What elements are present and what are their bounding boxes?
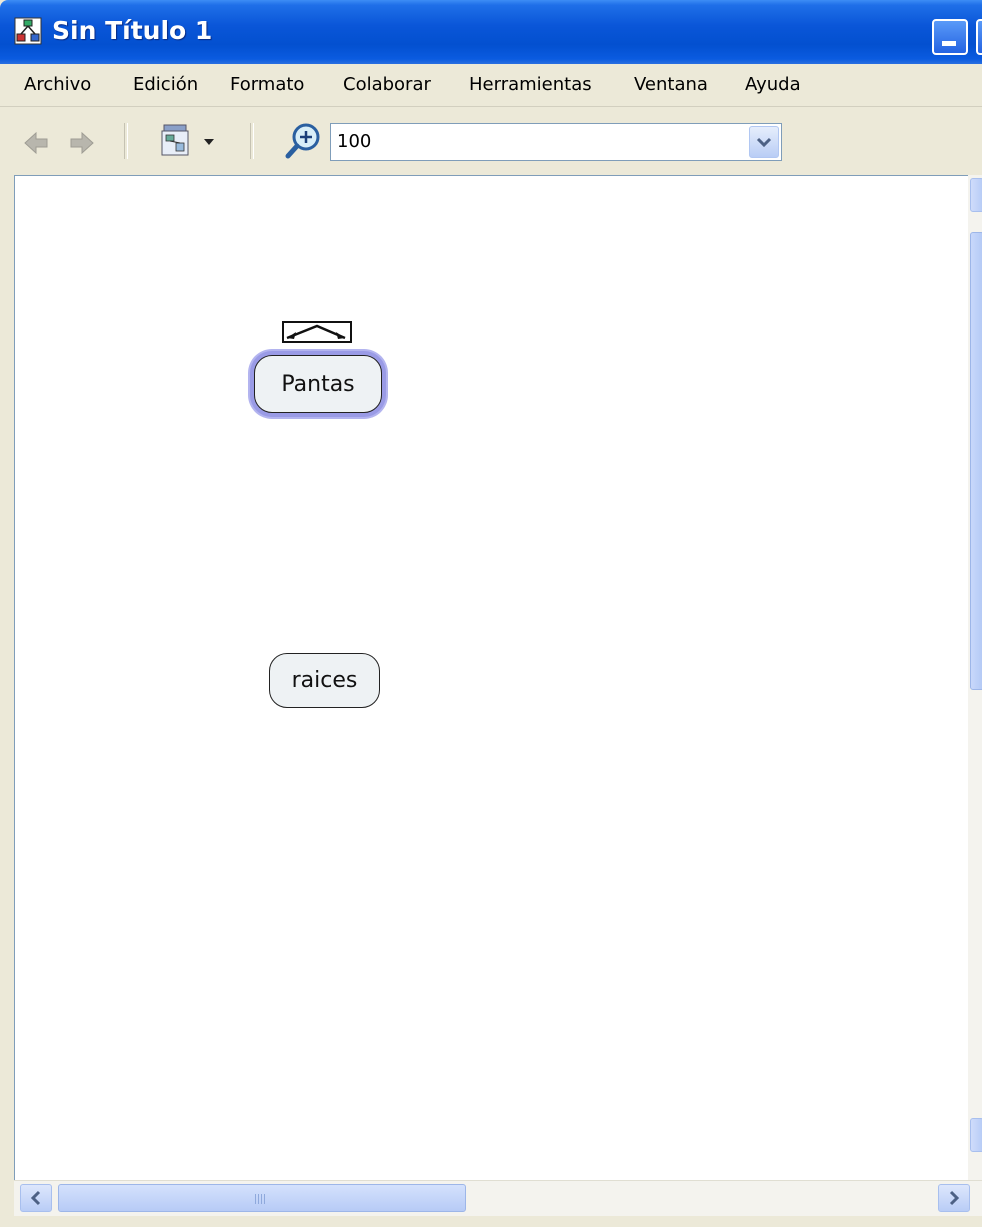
zoom-value: 100	[337, 131, 372, 152]
toolbar: 100	[0, 107, 982, 175]
concept-map-canvas[interactable]	[14, 175, 982, 1215]
toolbar-separator	[124, 123, 128, 159]
app-window: Sin Título 1 Archivo Edición Formato Col…	[0, 0, 982, 1227]
toolbar-separator	[250, 123, 254, 159]
scroll-down-button[interactable]	[970, 1118, 982, 1152]
menu-colaborar[interactable]: Colaborar	[343, 74, 431, 95]
scroll-up-button[interactable]	[970, 178, 982, 212]
arrow-left-icon[interactable]	[22, 129, 50, 157]
chevron-down-icon	[756, 137, 772, 148]
vertical-scroll-thumb[interactable]	[970, 232, 982, 690]
scroll-left-button[interactable]	[20, 1184, 52, 1212]
menu-bar: Archivo Edición Formato Colaborar Herram…	[0, 64, 982, 107]
menu-ayuda[interactable]: Ayuda	[745, 74, 801, 95]
menu-formato[interactable]: Formato	[230, 74, 304, 95]
concept-node-pantas[interactable]: Pantas	[254, 355, 382, 413]
menu-ventana[interactable]: Ventana	[634, 74, 708, 95]
chevron-left-icon	[30, 1190, 41, 1206]
zoom-in-icon[interactable]	[284, 121, 324, 161]
menu-herramientas[interactable]: Herramientas	[469, 74, 592, 95]
concept-node-raices[interactable]: raices	[269, 653, 380, 708]
horizontal-scroll-thumb[interactable]	[58, 1184, 466, 1212]
views-dropdown-icon[interactable]	[158, 123, 220, 161]
concept-map-app-icon	[14, 17, 42, 45]
scroll-grip	[255, 1194, 267, 1204]
title-bar[interactable]: Sin Título 1	[0, 0, 982, 64]
arrow-right-icon[interactable]	[68, 129, 96, 157]
window-title: Sin Título 1	[52, 16, 213, 45]
link-handle-icon[interactable]	[282, 321, 352, 343]
menu-archivo[interactable]: Archivo	[24, 74, 91, 95]
minimize-button[interactable]	[932, 19, 968, 55]
scroll-right-button[interactable]	[938, 1184, 970, 1212]
menu-edicion[interactable]: Edición	[133, 74, 198, 95]
chevron-right-icon	[949, 1190, 960, 1206]
maximize-button[interactable]	[976, 19, 982, 55]
window-bottom-border	[0, 1216, 982, 1227]
zoom-combobox[interactable]: 100	[330, 123, 782, 161]
zoom-dropdown-button[interactable]	[749, 126, 779, 158]
